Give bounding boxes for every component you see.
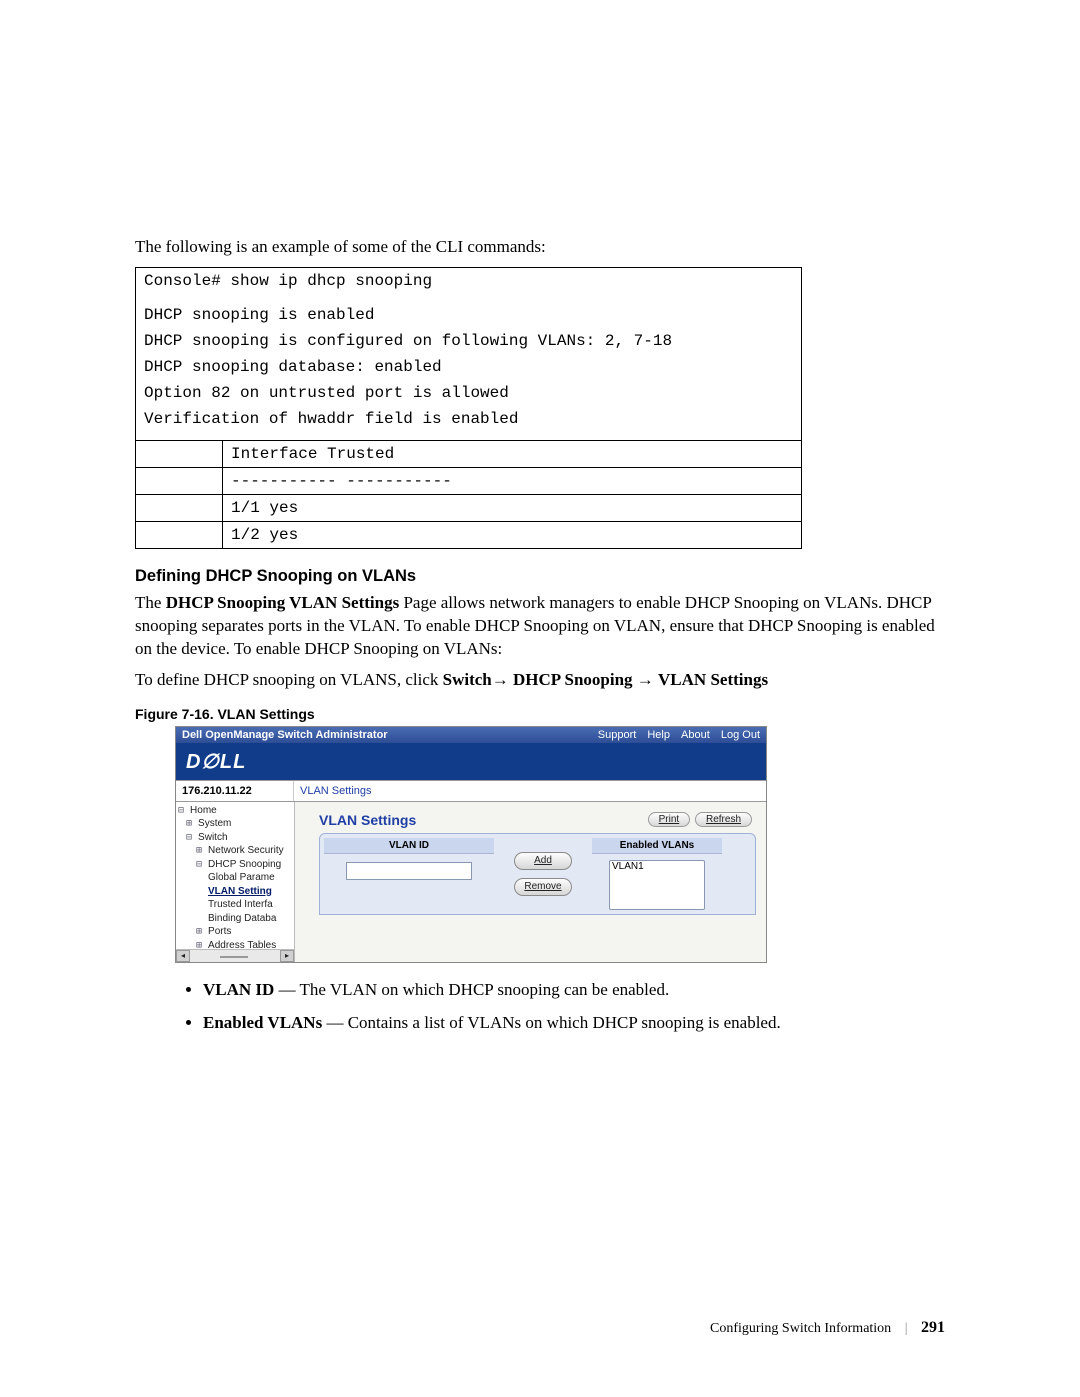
figure-caption: Figure 7-16. VLAN Settings — [135, 706, 945, 722]
list-item: VLAN ID — The VLAN on which DHCP snoopin… — [203, 979, 945, 1002]
cli-th: Interface Trusted — [223, 441, 802, 468]
bullet-list: VLAN ID — The VLAN on which DHCP snoopin… — [163, 979, 945, 1035]
app-title: Dell OpenManage Switch Administrator — [182, 729, 388, 741]
cli-row: 1/1 yes — [223, 495, 802, 522]
bold-term: DHCP Snooping VLAN Settings — [166, 593, 400, 612]
add-button[interactable]: Add — [514, 852, 572, 870]
text: — Contains a list of VLANs on which DHCP… — [322, 1013, 781, 1032]
help-link[interactable]: Help — [647, 729, 670, 741]
device-ip: 176.210.11.22 — [176, 781, 294, 801]
cli-line: Option 82 on untrusted port is allowed — [136, 380, 801, 406]
logout-link[interactable]: Log Out — [721, 729, 760, 741]
section-heading: Defining DHCP Snooping on VLANs — [135, 567, 945, 586]
scroll-right-icon[interactable]: ▸ — [280, 950, 294, 962]
tree-home[interactable]: ⊟ Home — [178, 804, 292, 818]
enabled-vlans-list[interactable]: VLAN1 — [609, 860, 705, 910]
col-enabled-vlans: Enabled VLANs — [592, 838, 722, 854]
tree-switch[interactable]: ⊟ Switch — [178, 831, 292, 845]
cli-line: DHCP snooping is configured on following… — [136, 328, 801, 354]
remove-button[interactable]: Remove — [514, 878, 572, 896]
page-number: 291 — [921, 1319, 945, 1336]
text: The — [135, 593, 166, 612]
content-pane: VLAN Settings Print Refresh VLAN ID Add … — [295, 802, 766, 962]
cli-line: DHCP snooping database: enabled — [136, 354, 801, 380]
bold-term: Switch — [443, 670, 492, 689]
tree-system[interactable]: ⊞ System — [178, 817, 292, 831]
nav-tree[interactable]: ⊟ Home ⊞ System ⊟ Switch ⊞ Network Secur… — [176, 802, 295, 962]
cli-sep: ----------- ----------- — [223, 468, 802, 495]
arrow-icon: → — [492, 670, 513, 689]
tree-ports[interactable]: ⊞ Ports — [178, 925, 292, 939]
bold-term: VLAN Settings — [658, 670, 768, 689]
page-footer: Configuring Switch Information | 291 — [710, 1319, 945, 1337]
col-vlan-id: VLAN ID — [324, 838, 494, 854]
print-button[interactable]: Print — [648, 812, 691, 827]
support-link[interactable]: Support — [598, 729, 637, 741]
brand-logo: D∅LL — [176, 743, 766, 780]
footer-section: Configuring Switch Information — [710, 1321, 891, 1336]
tree-trusted-interface[interactable]: Trusted Interfa — [178, 898, 292, 912]
paragraph: The DHCP Snooping VLAN Settings Page all… — [135, 592, 945, 661]
cli-output-box: Console# show ip dhcp snooping DHCP snoo… — [135, 267, 802, 549]
scroll-left-icon[interactable]: ◂ — [176, 950, 190, 962]
arrow-icon: → — [637, 670, 658, 689]
cli-line: Console# show ip dhcp snooping — [136, 268, 801, 294]
list-item[interactable]: VLAN1 — [610, 861, 704, 874]
paragraph: To define DHCP snooping on VLANS, click … — [135, 669, 945, 692]
cli-line: Verification of hwaddr field is enabled — [136, 406, 801, 432]
about-link[interactable]: About — [681, 729, 710, 741]
vlan-id-input[interactable] — [346, 862, 472, 880]
text: To define DHCP snooping on VLANS, click — [135, 670, 443, 689]
cli-line — [136, 294, 801, 302]
tree-binding-db[interactable]: Binding Databa — [178, 912, 292, 926]
bold-term: VLAN ID — [203, 980, 274, 999]
titlebar-links: Support Help About Log Out — [590, 729, 760, 741]
tree-scrollbar[interactable]: ◂ ▸ — [176, 949, 294, 962]
refresh-button[interactable]: Refresh — [695, 812, 752, 827]
cli-line — [136, 432, 801, 440]
breadcrumb-bar: 176.210.11.22 VLAN Settings — [176, 780, 766, 802]
vlan-panel: VLAN ID Add Remove Enabled VLANs VLAN1 — [319, 833, 756, 915]
cli-line: DHCP snooping is enabled — [136, 302, 801, 328]
breadcrumb: VLAN Settings — [294, 781, 378, 801]
scroll-thumb[interactable] — [220, 956, 248, 958]
cli-interface-table: Interface Trusted ----------- ----------… — [136, 440, 801, 548]
app-window: Dell OpenManage Switch Administrator Sup… — [175, 726, 767, 963]
footer-separator-icon: | — [905, 1321, 908, 1336]
cli-row: 1/2 yes — [223, 522, 802, 549]
list-item: Enabled VLANs — Contains a list of VLANs… — [203, 1012, 945, 1035]
text: — The VLAN on which DHCP snooping can be… — [274, 980, 669, 999]
app-titlebar: Dell OpenManage Switch Administrator Sup… — [176, 727, 766, 743]
tree-global-params[interactable]: Global Parame — [178, 871, 292, 885]
tree-dhcp-snooping[interactable]: ⊟ DHCP Snooping — [178, 858, 292, 872]
bold-term: Enabled VLANs — [203, 1013, 322, 1032]
tree-network-security[interactable]: ⊞ Network Security — [178, 844, 292, 858]
intro-text: The following is an example of some of t… — [135, 237, 945, 257]
tree-vlan-setting[interactable]: VLAN Setting — [178, 885, 292, 899]
bold-term: DHCP Snooping — [513, 670, 637, 689]
